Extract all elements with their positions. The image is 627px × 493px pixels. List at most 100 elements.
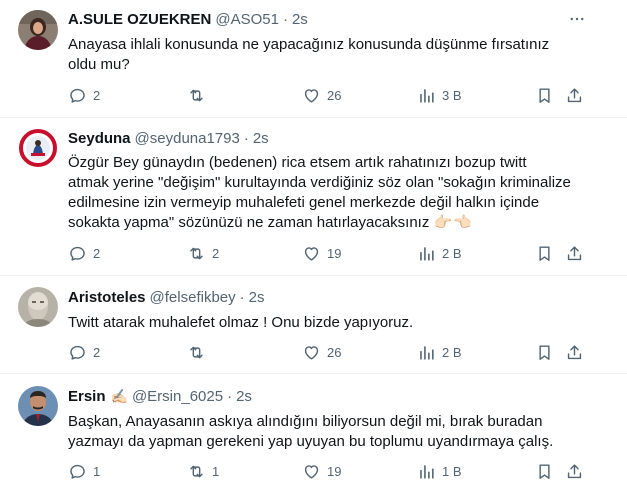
emblem-avatar-icon xyxy=(18,128,58,168)
like-count: 19 xyxy=(327,245,342,261)
tweet-text-line: sokakta yapma" sözünüzü ne zaman hatırla… xyxy=(68,213,579,233)
reply-icon xyxy=(68,343,87,362)
tweet[interactable]: Aristoteles @felsefikbey · 2s Twitt atar… xyxy=(0,276,627,374)
statue-avatar-icon xyxy=(18,287,58,327)
like-icon xyxy=(302,343,321,362)
like-count: 26 xyxy=(327,87,342,103)
tweet-text-line: Özgür Bey günaydın (bedenen) rica etsem … xyxy=(68,154,527,171)
views-button[interactable]: 2 B xyxy=(417,243,462,263)
profile-photo-icon xyxy=(18,10,58,50)
reply-button[interactable]: 1 xyxy=(68,461,100,481)
display-name[interactable]: A.SULE OZUEKREN xyxy=(68,11,211,28)
bookmark-button[interactable] xyxy=(535,461,554,481)
share-icon xyxy=(565,86,584,105)
tweet-text-line: Twitt atarak muhalefet olmaz ! Onu bizde… xyxy=(68,314,414,331)
timestamp[interactable]: 2s xyxy=(292,11,308,28)
action-bar: 2 2 19 2 B xyxy=(68,243,588,263)
views-button[interactable]: 3 B xyxy=(417,85,462,105)
view-count: 2 B xyxy=(442,344,462,360)
bookmark-icon xyxy=(535,462,554,481)
tweet-text-line: edilmesine izin vermeyip muhalefeti gene… xyxy=(68,194,540,211)
bookmark-button[interactable] xyxy=(535,243,554,263)
avatar[interactable] xyxy=(18,386,58,426)
reply-count: 1 xyxy=(93,463,101,479)
retweet-icon xyxy=(187,244,206,263)
display-name[interactable]: Aristoteles xyxy=(68,289,146,306)
separator-dot: · xyxy=(282,10,288,28)
bookmark-icon xyxy=(535,343,554,362)
reply-count: 2 xyxy=(93,344,101,360)
tweet-text-line: atmak yerine "değişim" kurultayında verd… xyxy=(68,174,571,191)
reply-button[interactable]: 2 xyxy=(68,342,100,362)
retweet-button[interactable]: 2 xyxy=(187,243,219,263)
avatar[interactable] xyxy=(18,128,58,168)
display-name[interactable]: Ersin xyxy=(68,388,106,405)
user-handle[interactable]: @Ersin_6025 xyxy=(132,388,223,405)
avatar[interactable] xyxy=(18,10,58,50)
user-handle[interactable]: @ASO51 xyxy=(215,11,279,28)
user-handle[interactable]: @seyduna1793 xyxy=(135,130,240,147)
bookmark-icon xyxy=(535,244,554,263)
user-handle[interactable]: @felsefikbey xyxy=(150,289,236,306)
like-count: 19 xyxy=(327,463,342,479)
views-icon xyxy=(417,86,436,105)
retweet-icon xyxy=(187,343,206,362)
share-button[interactable] xyxy=(565,243,584,263)
separator-dot: · xyxy=(227,387,233,405)
retweet-button[interactable] xyxy=(187,342,212,362)
retweet-button[interactable] xyxy=(187,85,212,105)
tweet-header: A.SULE OZUEKREN @ASO51 · 2s xyxy=(68,9,308,29)
avatar[interactable] xyxy=(18,287,58,327)
like-button[interactable]: 19 xyxy=(302,243,341,263)
more-icon xyxy=(568,10,586,28)
tweet-text: Özgür Bey günaydın (bedenen) rica etsem … xyxy=(68,153,579,233)
display-name[interactable]: Seyduna xyxy=(68,130,131,147)
tweet-text: Anayasa ihlali konusunda ne yapacağınız … xyxy=(68,35,579,75)
retweet-button[interactable]: 1 xyxy=(187,461,219,481)
pointing-hands-emoji: 👉🏻👈🏻 xyxy=(433,214,473,231)
reply-count: 2 xyxy=(93,87,101,103)
action-bar: 1 1 19 1 B xyxy=(68,461,588,481)
timestamp[interactable]: 2s xyxy=(253,130,269,147)
views-icon xyxy=(417,462,436,481)
bookmark-button[interactable] xyxy=(535,342,554,362)
share-icon xyxy=(565,244,584,263)
separator-dot: · xyxy=(243,129,249,147)
bookmark-button[interactable] xyxy=(535,85,554,105)
views-icon xyxy=(417,244,436,263)
views-button[interactable]: 1 B xyxy=(417,461,462,481)
view-count: 3 B xyxy=(442,87,462,103)
tweet-text: Başkan, Anayasanın askıya alındığını bil… xyxy=(68,412,579,452)
like-count: 26 xyxy=(327,344,342,360)
like-button[interactable]: 26 xyxy=(302,85,341,105)
tweet[interactable]: A.SULE OZUEKREN @ASO51 · 2s Anayasa ihla… xyxy=(0,0,627,118)
reply-button[interactable]: 2 xyxy=(68,85,100,105)
action-bar: 2 26 2 B xyxy=(68,342,588,362)
like-icon xyxy=(302,86,321,105)
timestamp[interactable]: 2s xyxy=(249,289,265,306)
tweet[interactable]: Seyduna @seyduna1793 · 2s Özgür Bey güna… xyxy=(0,118,627,276)
writing-hand-emoji: ✍🏻 xyxy=(110,387,128,404)
profile-photo-icon xyxy=(18,386,58,426)
reply-icon xyxy=(68,462,87,481)
reply-count: 2 xyxy=(93,245,101,261)
tweet-header: Aristoteles @felsefikbey · 2s xyxy=(68,287,264,307)
share-button[interactable] xyxy=(565,85,584,105)
action-bar: 2 26 3 B xyxy=(68,85,588,105)
like-button[interactable]: 19 xyxy=(302,461,341,481)
bookmark-icon xyxy=(535,86,554,105)
reply-button[interactable]: 2 xyxy=(68,243,100,263)
reply-icon xyxy=(68,86,87,105)
share-button[interactable] xyxy=(565,342,584,362)
tweet-header: Seyduna @seyduna1793 · 2s xyxy=(68,128,269,148)
separator-dot: · xyxy=(239,288,245,306)
tweet-text-segment: sokakta yapma" sözünüzü ne zaman hatırla… xyxy=(68,214,430,231)
like-icon xyxy=(302,244,321,263)
tweet-text: Twitt atarak muhalefet olmaz ! Onu bizde… xyxy=(68,313,579,333)
views-button[interactable]: 2 B xyxy=(417,342,462,362)
timestamp[interactable]: 2s xyxy=(236,388,252,405)
more-button[interactable] xyxy=(567,9,587,29)
tweet[interactable]: Ersin ✍🏻 @Ersin_6025 · 2s Başkan, Anayas… xyxy=(0,374,627,493)
share-button[interactable] xyxy=(565,461,584,481)
like-button[interactable]: 26 xyxy=(302,342,341,362)
